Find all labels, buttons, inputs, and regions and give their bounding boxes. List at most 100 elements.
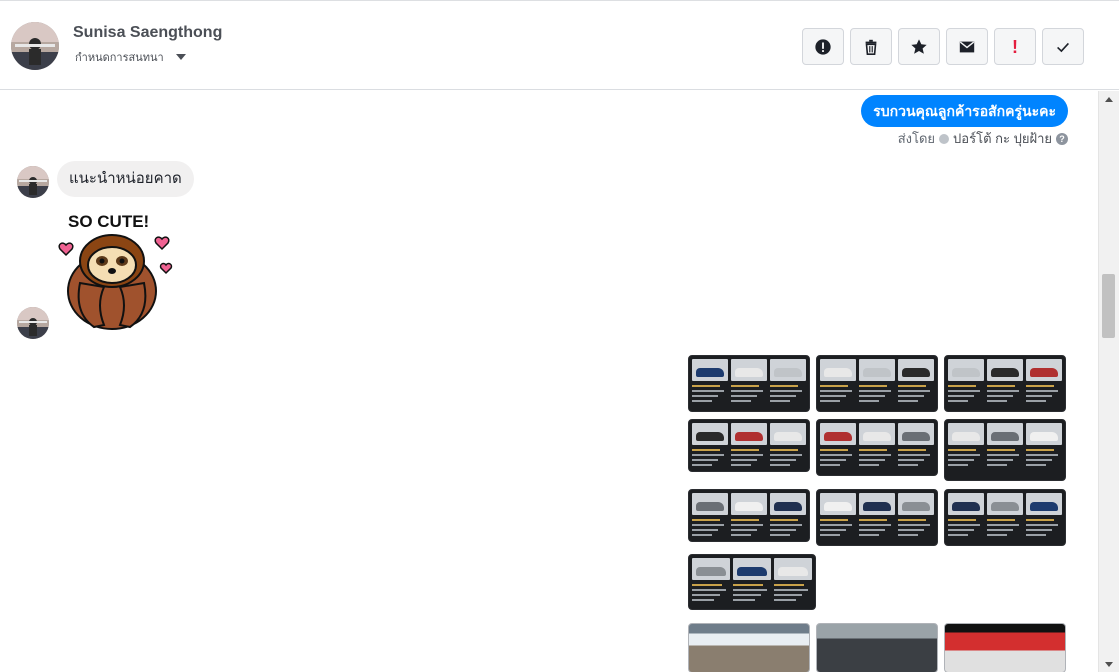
image-attachment[interactable] <box>816 489 938 546</box>
detail-line <box>692 594 720 596</box>
car-shape <box>696 368 724 377</box>
price-line <box>733 584 763 586</box>
car-shape <box>952 368 980 377</box>
detail-line <box>731 400 751 402</box>
scroll-up-arrow-icon[interactable] <box>1105 97 1113 102</box>
detail-line <box>770 395 796 397</box>
price-line <box>859 449 887 451</box>
help-icon[interactable]: ? <box>1056 132 1068 145</box>
price-line <box>770 449 798 451</box>
car-tile <box>1026 493 1062 515</box>
vertical-scrollbar[interactable] <box>1098 91 1119 672</box>
incoming-message-bubble[interactable]: แนะนำหน่อยคาด <box>57 161 194 197</box>
detail-line <box>1026 400 1046 402</box>
outgoing-message-bubble[interactable]: รบกวนคุณลูกค้ารอสักครู่นะคะ <box>861 95 1068 127</box>
image-attachment[interactable] <box>688 419 810 472</box>
detail-line <box>987 390 1019 392</box>
car-shape <box>735 432 763 441</box>
detail-line <box>987 459 1013 461</box>
detail-line <box>774 594 802 596</box>
detail-line <box>692 534 712 536</box>
car-shape <box>735 502 763 511</box>
car-tile <box>987 423 1023 445</box>
star-icon <box>911 38 927 54</box>
car-tile <box>692 359 728 381</box>
car-shape <box>952 432 980 441</box>
important-button[interactable]: ! <box>994 28 1036 65</box>
detail-line <box>731 524 763 526</box>
detail-line <box>692 529 718 531</box>
scroll-thumb[interactable] <box>1102 274 1115 338</box>
price-line <box>820 449 848 451</box>
detail-line <box>948 534 968 536</box>
car-photo-attachment[interactable] <box>688 623 810 672</box>
done-button[interactable] <box>1042 28 1084 65</box>
detail-line <box>731 464 751 466</box>
car-shape <box>735 368 763 377</box>
image-attachment[interactable] <box>944 419 1066 481</box>
detail-line <box>859 454 891 456</box>
detail-line <box>692 524 724 526</box>
car-tile <box>948 493 984 515</box>
detail-line <box>820 534 840 536</box>
sender-avatar[interactable] <box>17 307 49 339</box>
detail-line <box>731 534 751 536</box>
car-tile <box>898 423 934 445</box>
detail-line <box>770 400 790 402</box>
image-attachment[interactable] <box>816 355 938 412</box>
detail-line <box>731 390 763 392</box>
detail-line <box>1026 454 1058 456</box>
detail-line <box>898 534 918 536</box>
car-tile <box>820 359 856 381</box>
price-line <box>1026 519 1054 521</box>
car-tile <box>948 359 984 381</box>
car-tile <box>1026 423 1062 445</box>
detail-line <box>987 400 1007 402</box>
image-attachment[interactable] <box>688 355 810 412</box>
checkmark-icon <box>1057 42 1069 52</box>
car-photo-attachment[interactable] <box>816 623 938 672</box>
detail-line <box>820 464 840 466</box>
promo-image-attachment[interactable] <box>944 623 1066 672</box>
report-spam-button[interactable] <box>802 28 844 65</box>
detail-line <box>820 454 852 456</box>
price-line <box>692 449 720 451</box>
delete-button[interactable] <box>850 28 892 65</box>
sloth-sticker[interactable]: SO CUTE! <box>56 209 180 333</box>
price-line <box>692 584 722 586</box>
detail-line <box>731 459 757 461</box>
detail-line <box>1026 534 1046 536</box>
detail-line <box>898 400 918 402</box>
car-tile <box>987 493 1023 515</box>
price-line <box>898 385 926 387</box>
image-attachment[interactable] <box>944 489 1066 546</box>
image-attachment[interactable] <box>688 554 816 610</box>
detail-line <box>820 529 846 531</box>
conversation-settings-dropdown[interactable]: กำหนดการสนทนา <box>75 48 186 66</box>
sender-avatar[interactable] <box>17 166 49 198</box>
car-shape <box>696 567 726 576</box>
car-shape <box>991 432 1019 441</box>
contact-name[interactable]: Sunisa Saengthong <box>73 24 222 42</box>
car-shape <box>824 432 852 441</box>
exclamation-circle-icon <box>815 38 831 55</box>
price-line <box>948 519 976 521</box>
car-shape <box>863 502 891 511</box>
car-shape <box>902 432 930 441</box>
car-tile <box>692 423 728 445</box>
detail-line <box>859 464 879 466</box>
contact-avatar[interactable] <box>11 22 59 70</box>
price-line <box>770 519 798 521</box>
image-attachment[interactable] <box>816 419 938 476</box>
star-button[interactable] <box>898 28 940 65</box>
car-shape <box>1030 432 1058 441</box>
image-attachment[interactable] <box>688 489 810 542</box>
detail-line <box>770 464 790 466</box>
sender-name[interactable]: ปอร์โต้ กะ ปุยฝ้าย <box>953 128 1052 149</box>
image-attachment[interactable] <box>944 355 1066 412</box>
car-tile <box>987 359 1023 381</box>
detail-line <box>731 529 757 531</box>
scroll-down-arrow-icon[interactable] <box>1105 662 1113 667</box>
mark-unread-button[interactable] <box>946 28 988 65</box>
car-shape <box>863 432 891 441</box>
